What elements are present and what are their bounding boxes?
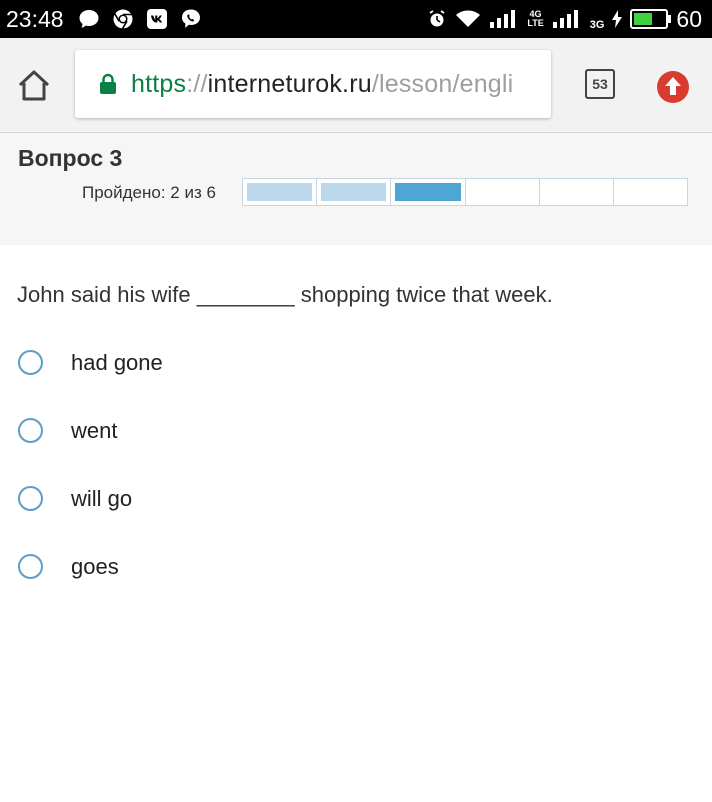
browser-toolbar: https://interneturok.ru/lesson/engli 53 (0, 38, 712, 133)
battery-icon (630, 9, 672, 29)
progress-segment-fill (618, 183, 683, 201)
progress-segment (614, 179, 687, 205)
answer-option[interactable]: had gone (0, 338, 712, 390)
question-title: Вопрос 3 (18, 145, 123, 171)
radio-button[interactable] (18, 418, 43, 443)
quiz-header: Вопрос 3 Пройдено: 2 из 6 (0, 133, 712, 245)
url-scheme: https (131, 69, 187, 98)
network-3g-label: 3G (589, 19, 605, 31)
chrome-icon (113, 9, 133, 30)
progress-segment (466, 179, 540, 205)
progress-segment-fill (544, 183, 609, 201)
status-time: 23:48 (6, 6, 64, 32)
answer-option[interactable]: will go (0, 474, 712, 526)
wifi-icon (456, 10, 481, 27)
status-right-icons: 4G LTE 3G 60 (427, 4, 702, 34)
update-icon[interactable] (656, 70, 690, 104)
answer-option-label: goes (71, 554, 119, 579)
notification-icons (78, 8, 202, 30)
alarm-icon (429, 10, 445, 27)
question-text: John said his wife ________ shopping twi… (17, 282, 553, 307)
answer-option-label: went (71, 418, 118, 443)
tab-switcher-button[interactable]: 53 (585, 69, 615, 99)
url-text: https://interneturok.ru/lesson/engli (131, 70, 513, 99)
progress-segment (243, 179, 318, 205)
signal-icon (552, 10, 578, 28)
radio-button[interactable] (18, 350, 43, 375)
progress-segment (391, 179, 466, 205)
charging-icon (612, 10, 623, 28)
url-bar[interactable]: https://interneturok.ru/lesson/engli (75, 50, 551, 118)
answer-option-label: had gone (71, 350, 163, 375)
lock-icon (100, 73, 116, 94)
progress-segment-fill (247, 183, 313, 201)
progress-bar (242, 178, 688, 206)
progress-segment-fill (470, 183, 535, 201)
chat-bubble-icon (79, 10, 99, 28)
radio-button[interactable] (18, 554, 43, 579)
vk-icon (147, 9, 167, 29)
battery-level: 60 (676, 6, 702, 32)
answer-option[interactable]: went (0, 406, 712, 458)
url-host: interneturok.ru (207, 69, 372, 98)
home-icon[interactable] (14, 66, 54, 106)
progress-segment (540, 179, 614, 205)
answer-option-label: will go (71, 486, 133, 511)
network-4g-lte: 4G LTE (527, 10, 543, 28)
answer-option[interactable]: goes (0, 542, 712, 594)
signal-icon (490, 10, 516, 28)
network-lte-label: LTE (527, 18, 544, 28)
url-separator: :// (186, 69, 208, 98)
url-path: /lesson/engli (371, 69, 514, 98)
progress-segment-fill (321, 183, 387, 201)
radio-button[interactable] (18, 486, 43, 511)
progress-label: Пройдено: 2 из 6 (82, 183, 216, 202)
status-bar: 23:48 4G LTE 3G 60 (0, 0, 712, 38)
progress-segment (317, 179, 392, 205)
progress-segment-fill (395, 183, 461, 201)
viber-icon (182, 9, 200, 28)
